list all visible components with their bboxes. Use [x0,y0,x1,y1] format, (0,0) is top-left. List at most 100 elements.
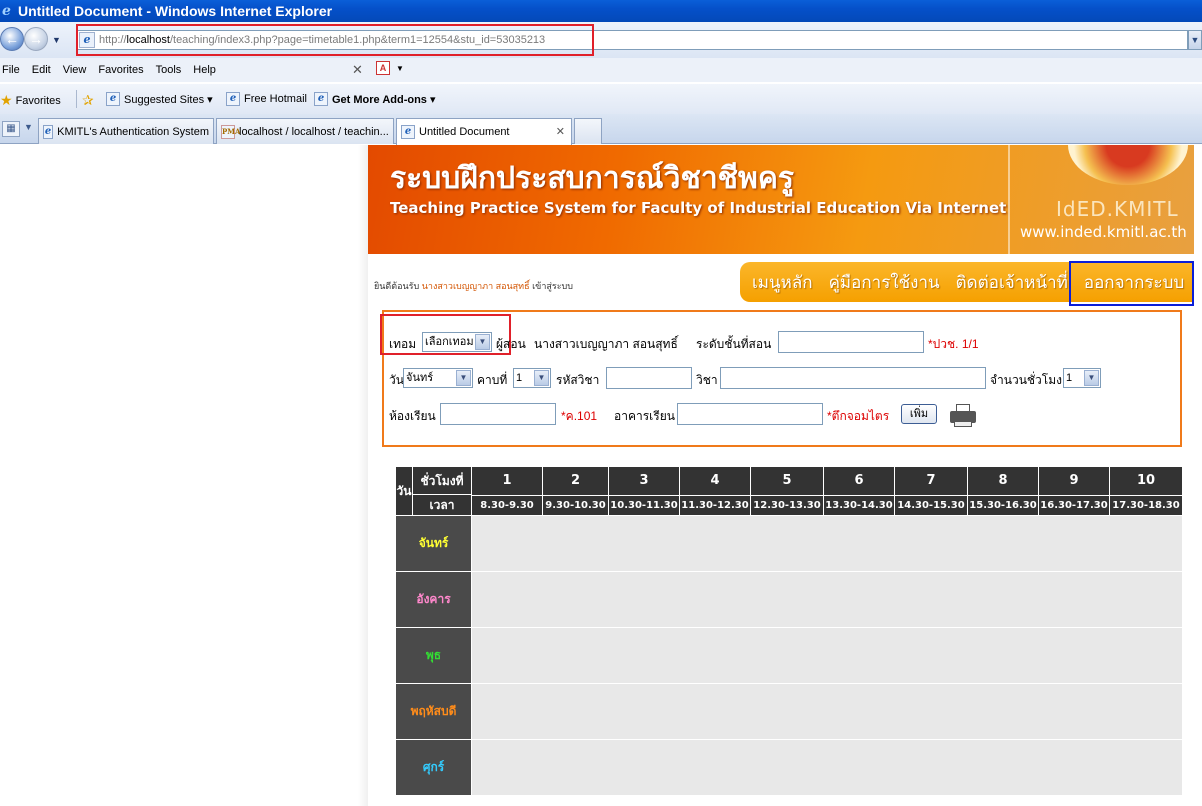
day-header: วัน [396,483,412,498]
site-banner: ระบบฝึกประสบการณ์วิชาชีพครู Teaching Pra… [368,145,1194,254]
term-highlight [380,314,511,355]
room-input[interactable] [440,403,556,425]
timetable-time-row: 8.30-9.30 9.30-10.30 10.30-11.30 11.30-12.3… [396,494,1183,517]
menu-view[interactable]: View [57,64,93,76]
close-x-icon[interactable]: ✕ [352,62,363,78]
timetable-slot [471,515,1183,572]
add-star-icon: ✰ [82,92,94,108]
chevron-down-icon: ▼ [1084,370,1099,386]
menu-edit[interactable]: Edit [26,64,57,76]
time-header: เวลา [412,495,471,515]
university-seal-icon [1068,145,1188,185]
new-tab-button[interactable] [574,118,602,144]
period-time: 12.30-13.30 [750,494,824,517]
period-select-value: 1 [516,372,523,384]
welcome-prefix: ยินดีต้อนรับ [374,281,420,291]
timetable-period-row: วัน ชั่วโมงที่ เวลา 1 2 3 4 5 6 7 8 9 10 [395,466,1183,516]
menu-favorites[interactable]: Favorites [92,64,149,76]
nav-home[interactable]: เมนูหลัก [740,269,821,296]
chevron-down-icon: ▼ [456,370,471,386]
nav-manual[interactable]: คู่มือการใช้งาน [821,269,948,296]
nav-contact[interactable]: ติดต่อเจ้าหน้าที่ [948,269,1076,296]
menu-file[interactable]: File [0,64,26,76]
ie-icon: e [314,92,328,106]
star-icon: ★ [0,92,13,108]
add-favorite-icon[interactable]: ✰ [82,92,97,109]
fav-addons-label: Get More Add-ons ▾ [332,93,436,106]
printer-icon[interactable] [950,404,976,428]
timetable-slot [471,627,1183,684]
fav-suggested-label: Suggested Sites ▾ [124,93,213,106]
banner-website: www.inded.kmitl.ac.th [1020,223,1187,241]
day-name: จันทร์ [395,515,472,572]
timetable-day-row: อังคาร [395,571,1183,628]
forward-button[interactable]: → [24,27,48,51]
timetable-day-row: พุธ [395,627,1183,684]
tab-list-dropdown-icon[interactable]: ▼ [24,122,33,132]
period-select[interactable]: 1 ▼ [513,368,551,388]
level-hint: *ปวช. 1/1 [928,337,979,351]
room-hint: *ค.101 [561,409,598,423]
hours-select[interactable]: 1 ▼ [1063,368,1101,388]
building-label: อาคารเรียน [614,409,675,423]
tab-untitled-document[interactable]: e Untitled Document ✕ [396,118,572,145]
quick-tabs-icon[interactable]: ▦ [2,121,20,137]
period-time: 10.30-11.30 [608,494,680,517]
address-highlight [76,24,594,56]
tab-bar: ▦ ▼ e KMITL's Authentication System PMA … [0,114,1202,145]
period-number: 8 [967,466,1039,496]
back-button[interactable]: ← [0,27,24,51]
address-dropdown-icon[interactable]: ▼ [1188,30,1202,50]
fav-free-hotmail[interactable]: e Free Hotmail [226,92,307,106]
menu-tools[interactable]: Tools [150,64,188,76]
welcome-suffix: เข้าสู่ระบบ [532,281,573,291]
period-time: 9.30-10.30 [542,494,609,517]
pdf-icon[interactable]: A [376,61,390,75]
period-number: 3 [608,466,680,496]
period-number: 6 [823,466,895,496]
banner-title-english: Teaching Practice System for Faculty of … [390,199,1007,217]
day-name: อังคาร [395,571,472,628]
timetable-slot [471,683,1183,740]
level-label: ระดับชั้นที่สอน [696,337,772,351]
ie-icon: e [106,92,120,106]
tab-kmitl-auth[interactable]: e KMITL's Authentication System [38,118,214,144]
favorites-button[interactable]: ★ Favorites [0,92,61,109]
day-select[interactable]: จันทร์ ▼ [403,368,473,388]
period-header: ชั่วโมงที่ [412,467,471,495]
day-label: วัน [389,373,404,387]
subject-input[interactable] [720,367,986,389]
welcome-message: ยินดีต้อนรับ นางสาวเบญญาภา สอนสุทธิ์ เข้… [374,279,573,293]
timetable-slot [471,739,1183,796]
timetable-slot [471,571,1183,628]
period-number: 1 [471,466,543,496]
ie-icon: e [43,124,54,139]
menu-help[interactable]: Help [187,64,222,76]
period-number: 7 [894,466,968,496]
ie-icon: e [226,92,240,106]
logout-highlight [1069,261,1194,306]
pma-icon: PMA [221,124,240,139]
pdf-dropdown-icon[interactable]: ▼ [396,64,404,73]
subject-code-label: รหัสวิชา [556,373,600,387]
fav-suggested-sites[interactable]: e Suggested Sites ▾ [106,92,213,106]
history-dropdown-icon[interactable]: ▼ [52,35,61,45]
add-button[interactable]: เพิ่ม [901,404,937,424]
close-tab-icon[interactable]: ✕ [556,125,565,138]
banner-title-thai: ระบบฝึกประสบการณ์วิชาชีพครู [390,161,795,196]
day-name: ศุกร์ [395,739,472,796]
building-hint: *ตึกจอมไตร [827,409,890,423]
building-input[interactable] [677,403,823,425]
menu-bar: File Edit View Favorites Tools Help [0,58,1202,82]
subject-code-input[interactable] [606,367,692,389]
timetable: วัน ชั่วโมงที่ เวลา 1 2 3 4 5 6 7 8 9 10 8.30-9.30 9.3… [395,466,1183,796]
ie-icon: e [401,125,415,139]
fav-add-ons[interactable]: e Get More Add-ons ▾ [314,92,436,106]
timetable-day-row: พฤหัสบดี [395,683,1183,740]
banner-brand: IdED.KMITL [1056,197,1179,221]
level-input[interactable] [778,331,924,353]
day-select-value: จันทร์ [406,372,434,384]
tab-phpmyadmin[interactable]: PMA localhost / localhost / teachin... [216,118,394,144]
period-number: 9 [1038,466,1110,496]
day-name: พุธ [395,627,472,684]
